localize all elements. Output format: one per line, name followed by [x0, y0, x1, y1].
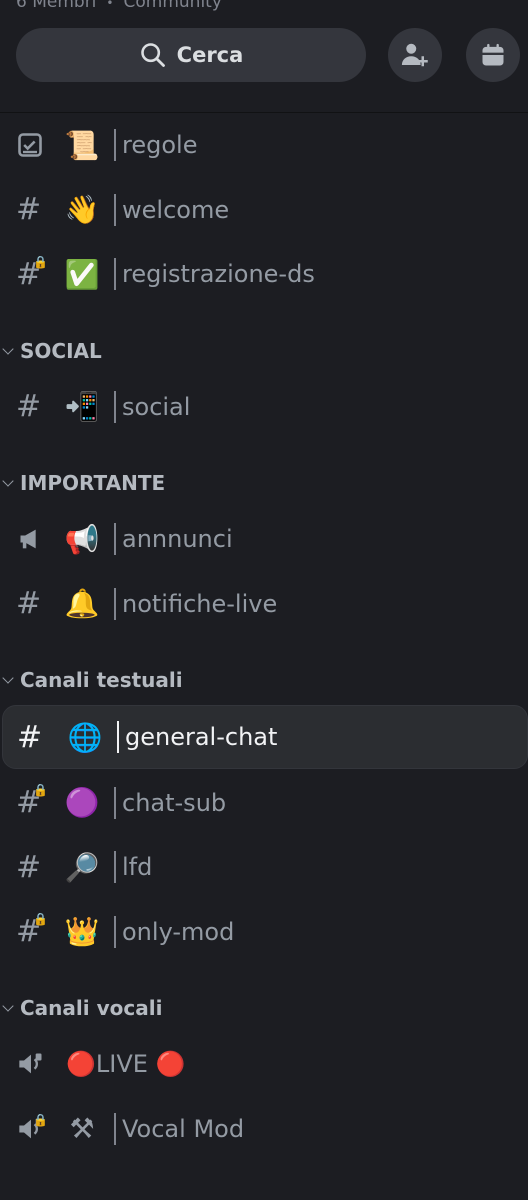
channel-emoji: 👑 — [64, 915, 100, 949]
channel-name: regole — [122, 131, 198, 160]
invite-members-button[interactable] — [388, 28, 442, 82]
channel-name: 🔴LIVE 🔴 — [66, 1050, 186, 1079]
lock-icon: 🔒 — [33, 1112, 48, 1127]
hashtag-icon: # 🔒 — [16, 783, 48, 821]
voice-icon — [0, 1050, 60, 1078]
channel-emoji: 🌐 — [67, 720, 103, 754]
channel-registrazione-ds[interactable]: # 🔒 ✅ registrazione-ds — [0, 242, 528, 307]
channel-name: annnunci — [122, 525, 233, 554]
channel-emoji: 📜 — [64, 128, 100, 162]
separator-dot: • — [106, 0, 114, 10]
category-name: IMPORTANTE — [20, 471, 166, 495]
rules-icon — [0, 131, 60, 159]
category-header[interactable]: Canali vocali — [0, 964, 528, 1032]
channel-name: notifiche-live — [122, 589, 278, 618]
hashtag-icon: # — [16, 586, 42, 622]
hashtag-icon: # — [16, 849, 42, 885]
server-info: 6 Membri • Community — [16, 0, 222, 12]
category-header[interactable]: IMPORTANTE — [0, 439, 528, 507]
search-icon — [140, 43, 165, 67]
hashtag-icon: # 🔒 — [16, 912, 48, 950]
channel-emoji: ⚒ — [69, 1112, 95, 1146]
channel-emoji: 👋 — [64, 193, 100, 227]
channel-emoji: 🔎 — [64, 850, 100, 884]
channel-name-separator — [114, 193, 116, 226]
channel-name: social — [122, 392, 191, 421]
channel-name-separator — [114, 258, 116, 291]
chevron-down-icon — [2, 342, 14, 355]
channel-emoji: 📲 — [64, 390, 100, 424]
channel-name-separator — [114, 129, 116, 162]
channel-notifiche-live[interactable]: # 🔔 notifiche-live — [0, 572, 528, 637]
search-label: Cerca — [176, 43, 244, 67]
hashtag-icon: # 🔒 — [16, 254, 48, 292]
channel-list[interactable]: BENVENUTO📜regole#👋welcome#🔒✅registrazion… — [0, 113, 528, 1200]
hashtag-icon: # — [16, 389, 42, 425]
channel-name: welcome — [122, 195, 230, 224]
channel-general-chat[interactable]: # 🌐 general-chat — [2, 705, 528, 769]
channel-annnunci[interactable]: 📢 annnunci — [0, 507, 528, 572]
channel-chat-sub[interactable]: # 🔒 🟣 chat-sub — [0, 771, 528, 836]
category-name: SOCIAL — [20, 338, 102, 363]
channel-name-separator — [114, 1112, 116, 1145]
events-button[interactable] — [466, 28, 520, 82]
channel-name: only-mod — [122, 917, 235, 946]
category-header[interactable]: SOCIAL — [0, 307, 528, 375]
channel-name: Vocal Mod — [122, 1114, 245, 1143]
voice-icon: 🔒 — [0, 1112, 60, 1143]
channel-name-separator — [114, 523, 116, 556]
lock-icon: 🔒 — [33, 783, 48, 798]
channel-emoji: ✅ — [64, 257, 100, 291]
channel-emoji: 📢 — [64, 522, 100, 556]
hashtag-icon: # — [16, 192, 42, 228]
chevron-down-icon — [2, 1000, 14, 1012]
channel-emoji: 🔔 — [64, 587, 100, 621]
channel-name: registrazione-ds — [122, 260, 315, 289]
channel-live[interactable]: 🔴LIVE 🔴 — [0, 1032, 528, 1097]
category-name: Canali testuali — [20, 668, 183, 692]
search-button[interactable]: Cerca — [16, 28, 366, 82]
channel-name-separator — [114, 851, 116, 884]
category-header[interactable]: Canali testuali — [0, 636, 528, 704]
channel-vocalmod[interactable]: 🔒 ⚒ Vocal Mod — [0, 1097, 528, 1162]
channel-lfd[interactable]: # 🔎 lfd — [0, 835, 528, 900]
member-count: 6 Membri — [16, 0, 97, 12]
channel-name: general-chat — [125, 723, 278, 751]
announce-icon — [0, 525, 60, 553]
add-member-icon — [401, 43, 428, 67]
channel-welcome[interactable]: # 👋 welcome — [0, 178, 528, 243]
channel-only-mod[interactable]: # 🔒 👑 only-mod — [0, 900, 528, 965]
channel-name: lfd — [122, 853, 153, 882]
lock-icon: 🔒 — [33, 912, 48, 927]
calendar-icon — [482, 43, 504, 66]
channel-social[interactable]: # 📲 social — [0, 375, 528, 440]
channel-name-separator — [114, 786, 116, 819]
hashtag-icon: # — [17, 719, 43, 755]
category-name: Canali vocali — [20, 996, 163, 1020]
lock-icon: 🔒 — [33, 254, 48, 269]
channel-name-separator — [117, 721, 119, 753]
chevron-down-icon — [2, 672, 14, 684]
chevron-down-icon — [2, 475, 14, 487]
channel-name-separator — [114, 915, 116, 948]
channel-name-separator — [114, 587, 116, 620]
channel-emoji: 🟣 — [64, 786, 100, 820]
channel-regole[interactable]: 📜 regole — [0, 113, 528, 178]
channel-name-separator — [114, 390, 116, 423]
channel-name: chat-sub — [122, 788, 227, 817]
server-type: Community — [123, 0, 222, 12]
